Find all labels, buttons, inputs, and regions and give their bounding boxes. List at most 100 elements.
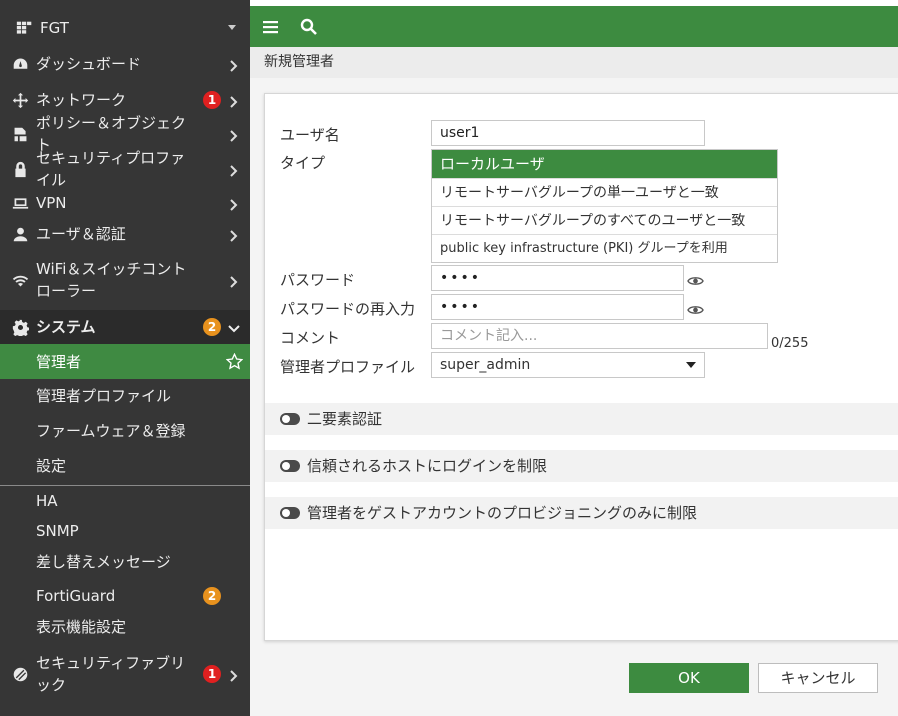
sidebar-item-label: セキュリティプロファイル [36, 149, 186, 189]
sidebar-item-vpn[interactable]: VPN [0, 191, 250, 215]
two-factor-toggle[interactable] [280, 413, 300, 425]
notification-badge: 2 [203, 587, 221, 605]
two-factor-label: 二要素認証 [307, 410, 383, 428]
notification-badge: 1 [203, 91, 221, 109]
sidebar-item-policy-objects[interactable]: ポリシー＆オブジェクト [0, 114, 250, 154]
fabric-icon [10, 664, 30, 684]
sidebar-item-label: ファームウェア＆登録 [36, 422, 186, 440]
ok-button[interactable]: OK [629, 663, 749, 693]
sidebar-item-label: 差し替えメッセージ [36, 553, 171, 571]
password-input[interactable] [431, 265, 684, 291]
sidebar-subitem-administrators[interactable]: 管理者 [0, 344, 250, 379]
sidebar-item-label: 表示機能設定 [36, 618, 127, 636]
sidebar-item-system[interactable]: システム 2 [0, 310, 250, 344]
sidebar-item-dashboard[interactable]: ダッシュボード [0, 52, 250, 76]
chevron-right-icon [228, 58, 240, 72]
eye-icon[interactable] [687, 301, 704, 314]
wifi-icon [10, 270, 30, 290]
chevron-right-icon [228, 668, 240, 682]
fortigate-logo-icon [14, 18, 34, 38]
sidebar-subitem-snmp[interactable]: SNMP [0, 519, 250, 543]
guest-provisioning-toggle[interactable] [280, 507, 300, 519]
cancel-button[interactable]: キャンセル [758, 663, 878, 693]
star-icon[interactable] [225, 352, 244, 370]
user-icon [10, 224, 30, 244]
page-title: 新規管理者 [250, 47, 898, 78]
comment-textarea[interactable] [431, 323, 768, 349]
gear-icon [10, 317, 30, 337]
chevron-right-icon [228, 228, 240, 242]
chevron-right-icon [228, 197, 240, 211]
trusted-hosts-label: 信頼されるホストにログインを制限 [307, 457, 548, 475]
hamburger-menu-icon[interactable] [262, 18, 280, 36]
sidebar-item-label: ユーザ＆認証 [36, 225, 126, 243]
chevron-right-icon [228, 274, 240, 288]
sidebar-subitem-settings[interactable]: 設定 [0, 454, 250, 478]
device-selector[interactable]: FGT [0, 10, 250, 46]
policy-icon [10, 124, 30, 144]
sidebar-item-label: WiFi＆スイッチコントローラー [36, 260, 187, 300]
type-selector: ローカルユーザ リモートサーバグループの単一ユーザと一致 リモートサーバグループ… [431, 149, 778, 263]
username-input[interactable] [431, 120, 705, 146]
sidebar-item-security-fabric[interactable]: セキュリティファブリック 1 [0, 650, 250, 698]
chevron-right-icon [228, 94, 240, 108]
sidebar-item-label: ネットワーク [36, 91, 127, 109]
type-option-remote-single-user[interactable]: リモートサーバグループの単一ユーザと一致 [432, 178, 777, 206]
sidebar-divider [0, 485, 250, 486]
sidebar-subitem-ha[interactable]: HA [0, 489, 250, 513]
eye-icon[interactable] [687, 272, 704, 285]
guest-provisioning-label: 管理者をゲストアカウントのプロビジョニングのみに制限 [307, 504, 698, 522]
sidebar-item-label: システム [36, 318, 96, 336]
search-icon[interactable] [300, 18, 318, 36]
admin-profile-label: 管理者プロファイル [280, 358, 416, 376]
two-factor-auth-row: 二要素認証 [265, 403, 898, 435]
password-label: パスワード [280, 271, 356, 289]
type-option-local-user[interactable]: ローカルユーザ [432, 150, 777, 178]
device-name: FGT [40, 19, 69, 37]
admin-profile-select[interactable]: super_admin [431, 352, 705, 378]
sidebar-item-network[interactable]: ネットワーク 1 [0, 88, 250, 112]
sidebar-item-label: 管理者プロファイル [36, 387, 172, 405]
sidebar-subitem-admin-profiles[interactable]: 管理者プロファイル [0, 384, 250, 408]
type-option-pki-group[interactable]: public key infrastructure (PKI) グループを利用 [432, 234, 777, 262]
sidebar-item-label: セキュリティファブリック [36, 654, 186, 694]
sidebar-item-label: HA [36, 492, 58, 510]
sidebar-item-label: 管理者 [36, 352, 82, 371]
laptop-icon [10, 193, 30, 213]
username-label: ユーザ名 [280, 126, 340, 144]
sidebar-item-user-auth[interactable]: ユーザ＆認証 [0, 222, 250, 246]
type-option-remote-all-users[interactable]: リモートサーバグループのすべてのユーザと一致 [432, 206, 777, 234]
admin-profile-value: super_admin [440, 357, 531, 373]
sidebar-item-label: ダッシュボード [36, 55, 142, 73]
sidebar-item-label: FortiGuard [36, 587, 116, 605]
sidebar-item-label: 設定 [36, 457, 67, 475]
sidebar-subitem-fortiguard[interactable]: FortiGuard 2 [0, 584, 250, 608]
sidebar: FGT ダッシュボード ネットワーク 1 ポリシー＆オブジェクト セキュリティプ… [0, 0, 250, 716]
sidebar-item-wifi-switch[interactable]: WiFi＆スイッチコントローラー [0, 256, 250, 304]
lock-icon [10, 159, 30, 179]
comment-label: コメント [280, 329, 341, 347]
sidebar-subitem-replacement-messages[interactable]: 差し替えメッセージ [0, 550, 250, 574]
chevron-right-icon [228, 128, 240, 142]
top-bar [250, 6, 898, 47]
chevron-down-icon [228, 321, 240, 333]
password-confirm-input[interactable] [431, 294, 684, 320]
network-icon [10, 90, 30, 110]
chevron-right-icon [228, 163, 240, 177]
notification-badge: 1 [203, 665, 221, 683]
sidebar-item-label: SNMP [36, 522, 79, 540]
dashboard-icon [10, 54, 30, 74]
password-confirm-label: パスワードの再入力 [280, 300, 416, 318]
caret-down-icon [686, 362, 696, 368]
sidebar-subitem-firmware[interactable]: ファームウェア＆登録 [0, 419, 250, 443]
sidebar-subitem-feature-visibility[interactable]: 表示機能設定 [0, 615, 250, 639]
trusted-hosts-row: 信頼されるホストにログインを制限 [265, 450, 898, 482]
sidebar-item-label: VPN [36, 194, 67, 212]
sidebar-item-security-profiles[interactable]: セキュリティプロファイル [0, 149, 250, 189]
comment-counter: 0/255 [771, 336, 809, 351]
type-label: タイプ [280, 154, 326, 172]
guest-provisioning-row: 管理者をゲストアカウントのプロビジョニングのみに制限 [265, 497, 898, 529]
caret-down-icon [228, 25, 236, 30]
trusted-hosts-toggle[interactable] [280, 460, 300, 472]
notification-badge: 2 [203, 318, 221, 336]
